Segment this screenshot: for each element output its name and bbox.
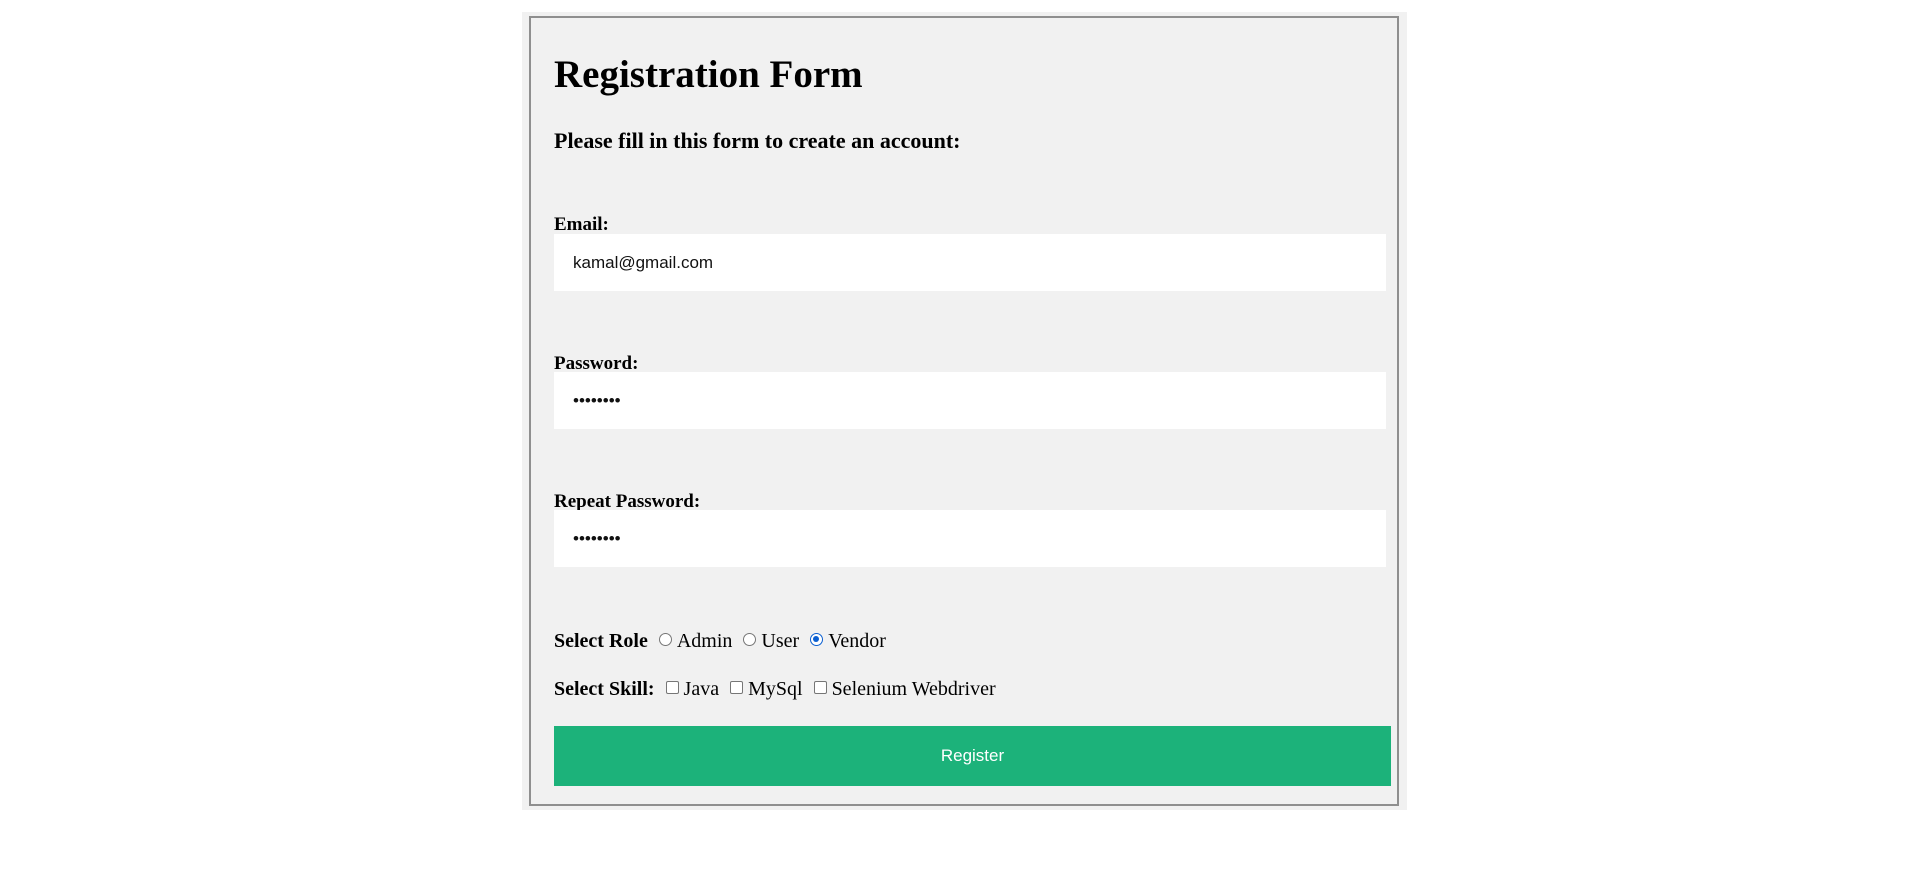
password-field[interactable] [554,372,1386,429]
repeat-password-field[interactable] [554,510,1386,567]
role-group: Select Role Admin User Vendor [554,630,892,653]
skill-checkbox-mysql[interactable] [730,681,744,694]
skill-option-java: Java [683,678,720,700]
form-subtitle: Please fill in this form to create an ac… [554,128,961,153]
skill-group: Select Skill: Java MySql Selenium Webdri… [554,678,1002,701]
skill-checkbox-java[interactable] [665,681,679,694]
role-radio-user[interactable] [743,633,757,646]
page: Registration Form Please fill in this fo… [0,0,1920,875]
registration-form: Registration Form Please fill in this fo… [522,12,1407,810]
role-option-user: User [761,630,800,652]
skill-option-selenium: Selenium Webdriver [831,678,996,700]
role-option-vendor: Vendor [828,630,886,652]
skill-option-mysql: MySql [748,678,803,700]
role-label: Select Role [554,630,648,652]
form-title: Registration Form [554,53,863,96]
role-option-admin: Admin [676,630,733,652]
skill-checkbox-selenium[interactable] [813,681,827,694]
email-label: Email: [554,214,609,235]
role-radio-vendor[interactable] [810,633,824,646]
email-field[interactable] [554,234,1386,291]
skill-label: Select Skill: [554,678,655,700]
role-radio-admin[interactable] [658,633,672,646]
form-fieldset: Registration Form Please fill in this fo… [529,16,1399,806]
register-button[interactable]: Register [554,726,1391,786]
